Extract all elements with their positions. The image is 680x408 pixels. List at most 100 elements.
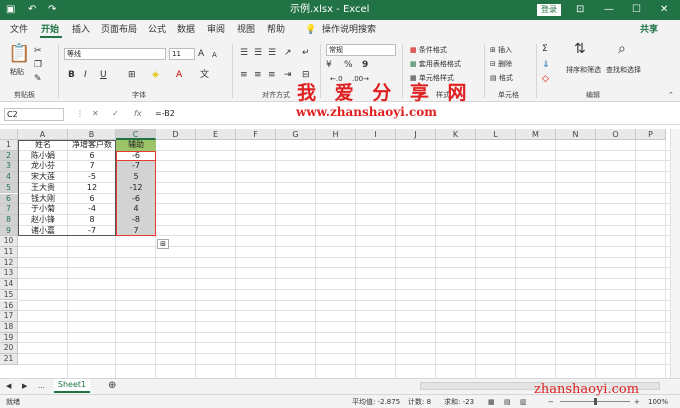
percent-icon[interactable]: % — [344, 60, 353, 70]
header-cell[interactable]: 辅助 — [116, 140, 156, 151]
row-header-10[interactable]: 10 — [0, 236, 18, 247]
row-header-6[interactable]: 6 — [0, 193, 18, 205]
align-right-icon[interactable]: ≡ — [268, 70, 276, 80]
column-header-b[interactable]: B — [68, 129, 116, 140]
undo-icon[interactable]: ↶ — [28, 3, 36, 17]
table-cell[interactable]: -5 — [68, 172, 116, 183]
menu-help[interactable]: 帮助 — [267, 24, 285, 36]
sort-filter-label[interactable]: 排序和筛选 — [566, 66, 601, 75]
table-cell[interactable]: 赵小锋 — [18, 215, 68, 226]
table-cell[interactable]: 宋大莲 — [18, 172, 68, 183]
redo-icon[interactable]: ↷ — [48, 3, 56, 17]
login-button[interactable]: 登录 — [537, 4, 561, 16]
wrap-text-icon[interactable]: ↵ — [302, 48, 310, 58]
align-bottom-icon[interactable]: ☰ — [268, 48, 276, 58]
bold-button[interactable]: B — [68, 70, 75, 80]
row-header-18[interactable]: 18 — [0, 321, 18, 333]
table-cell[interactable]: 6 — [68, 151, 116, 162]
column-header-p[interactable]: P — [636, 129, 666, 140]
enter-icon[interactable]: ✓ — [112, 109, 119, 118]
orientation-icon[interactable]: ↗ — [284, 48, 292, 58]
insert-cells-button[interactable]: ⊞ 插入 — [490, 46, 512, 55]
fill-color-icon[interactable]: ◈ — [152, 70, 159, 80]
align-center-icon[interactable]: ≡ — [254, 70, 262, 80]
page-layout-view-icon[interactable]: ▤ — [504, 397, 511, 407]
normal-view-icon[interactable]: ▦ — [488, 397, 495, 407]
column-header-g[interactable]: G — [276, 129, 316, 140]
table-cell[interactable]: 7 — [68, 161, 116, 172]
insert-function-icon[interactable]: fx — [134, 109, 142, 118]
comma-icon[interactable]: 9 — [362, 60, 368, 70]
format-painter-icon[interactable]: ✎ — [34, 74, 42, 84]
find-select-icon[interactable]: ⌕ — [618, 42, 626, 56]
zoom-out-icon[interactable]: − — [548, 397, 554, 407]
conditional-format-button[interactable]: ▦ 条件格式 — [410, 46, 447, 55]
maximize-button[interactable]: ☐ — [632, 3, 641, 17]
column-header-c[interactable]: C — [116, 129, 156, 140]
select-all-corner[interactable] — [0, 129, 18, 140]
prev-sheet-icon[interactable]: ◀ — [6, 382, 11, 391]
quick-analysis-icon[interactable]: ⊞ — [157, 239, 169, 250]
currency-icon[interactable]: ¥ — [326, 60, 332, 70]
row-header-5[interactable]: 5 — [0, 182, 18, 194]
menu-file[interactable]: 文件 — [10, 24, 28, 36]
sort-filter-icon[interactable]: ⇅ — [574, 42, 586, 56]
row-header-8[interactable]: 8 — [0, 214, 18, 226]
table-cell[interactable]: 6 — [68, 194, 116, 205]
table-cell[interactable]: 诸小嘉 — [18, 226, 68, 237]
table-cell[interactable]: 7 — [116, 226, 156, 237]
ribbon-display-icon[interactable]: ⊡ — [576, 3, 584, 17]
minimize-button[interactable]: — — [604, 3, 614, 17]
menu-page-layout[interactable]: 页面布局 — [101, 24, 137, 36]
table-cell[interactable]: -7 — [116, 161, 156, 172]
zoom-level[interactable]: 100% — [648, 397, 668, 407]
table-cell[interactable]: 8 — [68, 215, 116, 226]
column-header-a[interactable]: A — [18, 129, 68, 140]
collapse-ribbon-icon[interactable]: ⌃ — [668, 90, 674, 100]
formula-input[interactable]: =-B2 — [155, 109, 175, 118]
sheet-tab-sheet1[interactable]: Sheet1 — [54, 379, 90, 393]
row-header-13[interactable]: 13 — [0, 268, 18, 280]
column-header-l[interactable]: L — [476, 129, 516, 140]
paste-label[interactable]: 粘贴 — [10, 68, 24, 77]
decrease-font-icon[interactable]: A — [212, 50, 217, 60]
menu-home[interactable]: 开始 — [41, 24, 59, 36]
row-header-12[interactable]: 12 — [0, 257, 18, 269]
align-top-icon[interactable]: ☰ — [240, 48, 248, 58]
border-icon[interactable]: ⊞ — [128, 70, 136, 80]
table-cell[interactable]: -8 — [116, 215, 156, 226]
column-header-k[interactable]: K — [436, 129, 476, 140]
spreadsheet-grid[interactable]: A B C D E F G H I J K L M N O P 1 2 3 4 5 6 7 8 9 10 11 12 13 14 15 16 1… — [0, 129, 670, 378]
format-table-button[interactable]: ▦ 套用表格格式 — [410, 60, 461, 69]
share-button[interactable]: 共享 — [640, 24, 658, 36]
table-cell[interactable]: -12 — [116, 183, 156, 194]
column-header-o[interactable]: O — [596, 129, 636, 140]
italic-button[interactable]: I — [84, 70, 87, 80]
indent-icon[interactable]: ⇥ — [284, 70, 292, 80]
table-cell[interactable]: 王大贵 — [18, 183, 68, 194]
row-header-3[interactable]: 3 — [0, 161, 18, 173]
font-size-select[interactable]: 11 — [169, 48, 195, 60]
table-cell[interactable]: -4 — [68, 204, 116, 215]
row-header-16[interactable]: 16 — [0, 300, 18, 312]
menu-view[interactable]: 视图 — [237, 24, 255, 36]
vertical-scrollbar[interactable] — [670, 129, 680, 378]
row-header-14[interactable]: 14 — [0, 279, 18, 290]
align-left-icon[interactable]: ≡ — [240, 70, 248, 80]
column-header-n[interactable]: N — [556, 129, 596, 140]
table-cell[interactable]: 钱大刚 — [18, 194, 68, 205]
table-cell[interactable]: -6 — [116, 194, 156, 205]
row-header-1[interactable]: 1 — [0, 140, 18, 151]
zoom-slider-thumb[interactable] — [594, 398, 597, 405]
delete-cells-button[interactable]: ⊟ 删除 — [490, 60, 512, 69]
column-header-f[interactable]: F — [236, 129, 276, 140]
table-cell[interactable]: 5 — [116, 172, 156, 183]
menu-data[interactable]: 数据 — [177, 24, 195, 36]
row-header-15[interactable]: 15 — [0, 289, 18, 301]
menu-formulas[interactable]: 公式 — [148, 24, 166, 36]
table-cell[interactable]: 4 — [116, 204, 156, 215]
header-cell[interactable]: 净增客户数 — [68, 140, 116, 151]
menu-review[interactable]: 审阅 — [207, 24, 225, 36]
row-header-11[interactable]: 11 — [0, 247, 18, 258]
table-cell[interactable]: -6 — [116, 151, 156, 162]
